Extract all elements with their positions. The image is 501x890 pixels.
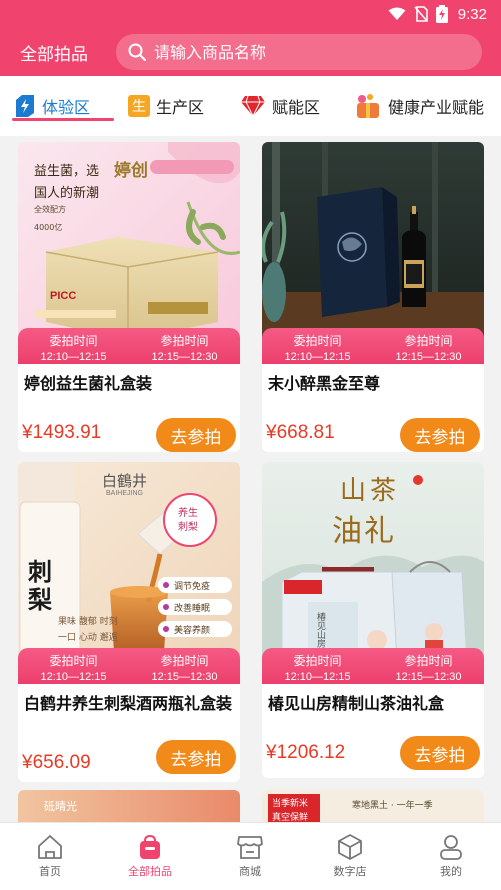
product-card[interactable]: 当季新米 真空保鲜 寒地黑土 · 一年一季 (262, 790, 484, 822)
search-icon (128, 43, 146, 61)
entrust-time: 委拍时间 12:10—12:15 (284, 654, 351, 683)
search-bar[interactable] (116, 34, 482, 70)
tab-empower-zone[interactable]: 赋能区 (240, 90, 320, 122)
auction-bag-icon (115, 833, 185, 863)
status-icons: 9:32 (388, 5, 487, 23)
nav-store[interactable]: 商城 (215, 833, 285, 879)
product-name[interactable]: 椿见山房精制山茶油礼盒 (268, 692, 480, 716)
image-headline-2: 国人的新潮 (34, 186, 100, 201)
product-card[interactable]: 砥晴光 (18, 790, 240, 822)
join-auction-button[interactable]: 去参拍 (400, 418, 480, 452)
entrust-time: 委拍时间 12:10—12:15 (284, 334, 351, 363)
home-icon (15, 833, 85, 863)
product-name[interactable]: 婷创益生菌礼盒装 (24, 372, 236, 396)
join-auction-button[interactable]: 去参拍 (156, 418, 236, 452)
tab-health-industry[interactable]: 健康产业赋能 (354, 90, 484, 122)
image-slogan: 寒地黑土 · 一年一季 (352, 801, 433, 811)
image-slogan: 果味 馥郁 时刻 (58, 617, 118, 627)
benefit-tag: 调节免疫 (174, 582, 211, 592)
cube-icon (315, 833, 385, 863)
nav-all-lots[interactable]: 全部拍品 (115, 833, 185, 879)
join-time: 参拍时间 12:15—12:30 (151, 334, 218, 363)
join-time: 参拍时间 12:15—12:30 (151, 654, 218, 683)
product-image[interactable]: 当季新米 真空保鲜 寒地黑土 · 一年一季 (262, 790, 484, 822)
auction-time-bar: 委拍时间 12:10—12:15 参拍时间 12:15—12:30 (18, 328, 240, 364)
join-auction-button[interactable]: 去参拍 (400, 736, 480, 770)
circle-label-bottom: 刺梨 (178, 522, 198, 533)
auction-time-bar: 委拍时间 12:10—12:15 参拍时间 12:15—12:30 (262, 328, 484, 364)
auction-time-bar: 委拍时间 12:10—12:15 参拍时间 12:15—12:30 (262, 648, 484, 684)
image-headline-1: 益生菌，选 (34, 164, 100, 179)
product-price: ¥1493.91 (22, 422, 102, 443)
status-time: 9:32 (457, 5, 487, 23)
diamond-icon (240, 95, 266, 117)
nav-digital-store[interactable]: 数字店 (315, 833, 385, 879)
benefit-tag: 美容养颜 (174, 626, 211, 636)
join-auction-button[interactable]: 去参拍 (156, 740, 236, 774)
lightning-tag-icon (14, 94, 36, 118)
product-price: ¥668.81 (266, 422, 335, 443)
benefit-tag: 改善睡眠 (174, 604, 211, 614)
category-tab-bar: 体验区 生 生产区 赋能区 健康产业赋能 (0, 76, 501, 136)
image-title-2: 油礼 (332, 514, 396, 549)
image-badge-2: 4000亿 (34, 223, 63, 232)
image-brand: 砥晴光 (44, 800, 77, 813)
product-price: ¥656.09 (22, 752, 91, 773)
nav-home[interactable]: 首页 (15, 833, 85, 879)
no-sim-icon (414, 6, 428, 22)
image-brand: 白鶴井 (102, 472, 148, 490)
nav-profile[interactable]: 我的 (416, 833, 486, 879)
auction-time-bar: 委拍时间 12:10—12:15 参拍时间 12:15—12:30 (18, 648, 240, 684)
status-bar: 9:32 (0, 0, 501, 28)
user-icon (416, 833, 486, 863)
entrust-time: 委拍时间 12:10—12:15 (40, 334, 107, 363)
box-label: 椿见山房 (315, 612, 325, 648)
product-grid: 益生菌，选 婷创 国人的新潮 全效配方 4000亿 PICC 委拍时间 12:1… (0, 136, 501, 822)
circle-label-top: 养生 (178, 508, 198, 519)
production-badge-icon: 生 (128, 95, 150, 117)
product-name[interactable]: 白鹤井养生刺梨酒两瓶礼盒装 (24, 692, 236, 716)
search-input[interactable] (154, 42, 454, 62)
join-time: 参拍时间 12:15—12:30 (395, 654, 462, 683)
image-title-1: 山茶 (340, 476, 401, 506)
product-card[interactable]: 白鶴井 BAIHEJING 刺梨 养生 刺梨 调节免疫 改善睡眠 美容养颜 果味… (18, 462, 240, 782)
bottom-nav: 首页 全部拍品 商城 数字店 我的 (0, 822, 501, 890)
bottle-label: 刺梨 (28, 558, 52, 614)
battery-charging-icon (435, 5, 448, 23)
picc-logo: PICC (50, 290, 77, 302)
image-badge-1: 全效配方 (34, 205, 66, 214)
app-header: 全部拍品 (0, 28, 501, 76)
product-image[interactable]: 益生菌，选 婷创 国人的新潮 全效配方 4000亿 PICC 委拍时间 12:1… (18, 142, 240, 364)
product-image[interactable]: 白鶴井 BAIHEJING 刺梨 养生 刺梨 调节免疫 改善睡眠 美容养颜 果味… (18, 462, 240, 684)
product-image[interactable]: 委拍时间 12:10—12:15 参拍时间 12:15—12:30 (262, 142, 484, 364)
product-card[interactable]: 委拍时间 12:10—12:15 参拍时间 12:15—12:30 末小醉黑金至… (262, 142, 484, 452)
product-image[interactable]: 砥晴光 (18, 790, 240, 822)
wifi-icon (388, 7, 406, 20)
image-brand-en: BAIHEJING (106, 490, 143, 497)
entrust-time: 委拍时间 12:10—12:15 (40, 654, 107, 683)
image-slogan: 一口 心动 邂逅 (58, 633, 118, 643)
product-card[interactable]: 山茶 油礼 椿见山房 委拍时间 12:10—12:15 参拍时间 12:15—1… (262, 462, 484, 778)
svg-text:生: 生 (132, 99, 146, 115)
gift-bag-icon (354, 93, 382, 119)
join-time: 参拍时间 12:15—12:30 (395, 334, 462, 363)
tab-production-zone[interactable]: 生 生产区 (128, 90, 204, 122)
image-tag: 当季新米 真空保鲜 (268, 794, 320, 822)
product-image[interactable]: 山茶 油礼 椿见山房 委拍时间 12:10—12:15 参拍时间 12:15—1… (262, 462, 484, 684)
product-name[interactable]: 末小醉黑金至尊 (268, 372, 480, 396)
product-price: ¥1206.12 (266, 742, 346, 763)
page-title: 全部拍品 (20, 45, 88, 65)
active-tab-indicator (12, 118, 114, 121)
image-headline-brand: 婷创 (114, 161, 148, 181)
store-icon (215, 833, 285, 863)
product-card[interactable]: 益生菌，选 婷创 国人的新潮 全效配方 4000亿 PICC 委拍时间 12:1… (18, 142, 240, 452)
